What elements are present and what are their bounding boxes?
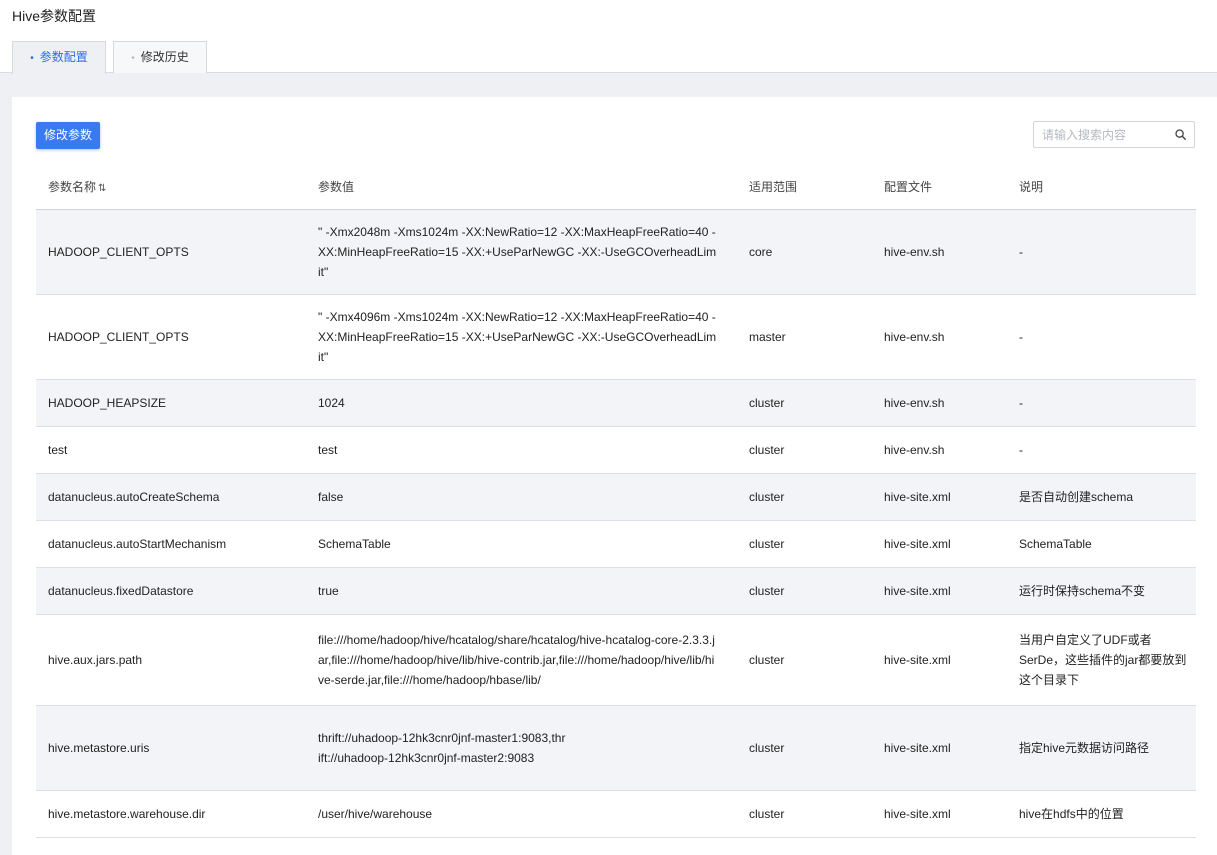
- param-scope: cluster: [749, 584, 785, 598]
- param-scope: cluster: [749, 537, 785, 551]
- tab-modify-history[interactable]: • 修改历史: [113, 41, 207, 73]
- param-scope: master: [749, 330, 786, 344]
- param-file: hive-env.sh: [884, 396, 945, 410]
- params-table: 参数名称 ⇅ 参数值 适用范围 配置文件 说明 HADOOP_CLIENT_OPT…: [36, 167, 1196, 838]
- column-header-value: 参数值: [318, 180, 355, 194]
- bullet-icon: •: [30, 53, 34, 64]
- param-file: hive-site.xml: [884, 807, 951, 821]
- param-desc: SchemaTable: [1019, 537, 1092, 551]
- column-header-desc: 说明: [1019, 180, 1044, 194]
- param-name: HADOOP_CLIENT_OPTS: [48, 245, 189, 259]
- param-desc: -: [1019, 443, 1023, 457]
- param-value: " -Xmx2048m -Xms1024m -XX:NewRatio=12 -X…: [318, 225, 717, 279]
- param-name: test: [48, 443, 68, 457]
- param-value: file:///home/hadoop/hive/hcatalog/share/…: [318, 633, 715, 687]
- param-desc: 运行时保持schema不变: [1019, 584, 1146, 598]
- param-name: hive.metastore.warehouse.dir: [48, 807, 206, 821]
- main-panel: 修改参数 参数名称⇅ 参数值 适用范围 配置文件 说明 HADOOP_CLIEN…: [12, 97, 1217, 855]
- table-header: 参数名称 ⇅ 参数值 适用范围 配置文件 说明: [36, 167, 1196, 210]
- tab-label: 参数配置: [39, 50, 88, 64]
- param-file: hive-env.sh: [884, 443, 945, 457]
- param-file: hive-site.xml: [884, 653, 951, 667]
- column-header-name[interactable]: 参数名称 ⇅: [48, 180, 106, 196]
- table-row[interactable]: datanucleus.fixedDatastore true cluster …: [36, 568, 1196, 615]
- param-value: false: [318, 490, 344, 504]
- param-desc: 指定hive元数据访问路径: [1019, 741, 1150, 755]
- param-value: test: [318, 443, 338, 457]
- param-name: datanucleus.autoCreateSchema: [48, 490, 220, 504]
- param-name: HADOOP_HEAPSIZE: [48, 396, 167, 410]
- param-desc: -: [1019, 245, 1023, 259]
- param-scope: cluster: [749, 807, 785, 821]
- param-value: SchemaTable: [318, 537, 391, 551]
- param-file: hive-env.sh: [884, 330, 945, 344]
- top-bar: Hive参数配置 • 参数配置 • 修改历史: [0, 0, 1217, 74]
- table-row[interactable]: datanucleus.autoCreateSchema false clust…: [36, 474, 1196, 521]
- param-value: 1024: [318, 396, 345, 410]
- param-name: datanucleus.autoStartMechanism: [48, 537, 227, 551]
- param-value: /user/hive/warehouse: [318, 807, 433, 821]
- table-row[interactable]: HADOOP_CLIENT_OPTS " -Xmx4096m -Xms1024m…: [36, 295, 1196, 380]
- param-file: hive-site.xml: [884, 537, 951, 551]
- param-value: thrift://uhadoop-12hk3cnr0jnf-master1:90…: [318, 731, 566, 765]
- param-scope: cluster: [749, 443, 785, 457]
- tab-param-config[interactable]: • 参数配置: [12, 41, 106, 74]
- param-file: hive-site.xml: [884, 584, 951, 598]
- table-row[interactable]: hive.metastore.warehouse.dir /user/hive/…: [36, 791, 1196, 838]
- table-row[interactable]: hive.metastore.uris thrift://uhadoop-12h…: [36, 706, 1196, 791]
- param-scope: cluster: [749, 653, 785, 667]
- modify-params-button[interactable]: 修改参数: [36, 122, 100, 149]
- param-desc: -: [1019, 396, 1023, 410]
- table-row[interactable]: hive.aux.jars.path file:///home/hadoop/h…: [36, 615, 1196, 706]
- param-scope: cluster: [749, 741, 785, 755]
- search-icon[interactable]: [1175, 129, 1186, 140]
- page-title: Hive参数配置: [12, 8, 97, 24]
- table-row[interactable]: datanucleus.autoStartMechanism SchemaTab…: [36, 521, 1196, 568]
- param-scope: cluster: [749, 396, 785, 410]
- param-value: " -Xmx4096m -Xms1024m -XX:NewRatio=12 -X…: [318, 310, 717, 364]
- table-row[interactable]: HADOOP_HEAPSIZE 1024 cluster hive-env.sh…: [36, 380, 1196, 427]
- param-scope: cluster: [749, 490, 785, 504]
- param-file: hive-env.sh: [884, 245, 945, 259]
- column-header-scope: 适用范围: [749, 180, 798, 194]
- bullet-icon: •: [131, 53, 135, 64]
- param-file: hive-site.xml: [884, 741, 951, 755]
- param-value: true: [318, 584, 339, 598]
- sort-icon[interactable]: ⇅: [98, 183, 106, 194]
- param-name: HADOOP_CLIENT_OPTS: [48, 330, 189, 344]
- column-header-label: 参数名称: [48, 180, 97, 194]
- param-desc: hive在hdfs中的位置: [1019, 807, 1124, 821]
- table-row[interactable]: test test cluster hive-env.sh -: [36, 427, 1196, 474]
- param-desc: 当用户自定义了UDF或者SerDe，这些插件的jar都要放到这个目录下: [1019, 633, 1187, 687]
- param-name: datanucleus.fixedDatastore: [48, 584, 194, 598]
- param-scope: core: [749, 245, 773, 259]
- table-row[interactable]: HADOOP_CLIENT_OPTS " -Xmx2048m -Xms1024m…: [36, 210, 1196, 295]
- column-header-file: 配置文件: [884, 180, 933, 194]
- tab-label: 修改历史: [140, 50, 189, 64]
- search-input[interactable]: [1042, 126, 1167, 143]
- param-desc: 是否自动创建schema: [1019, 490, 1134, 504]
- param-name: hive.aux.jars.path: [48, 653, 143, 667]
- param-name: hive.metastore.uris: [48, 741, 150, 755]
- search-box[interactable]: [1033, 121, 1195, 148]
- param-desc: -: [1019, 330, 1023, 344]
- param-file: hive-site.xml: [884, 490, 951, 504]
